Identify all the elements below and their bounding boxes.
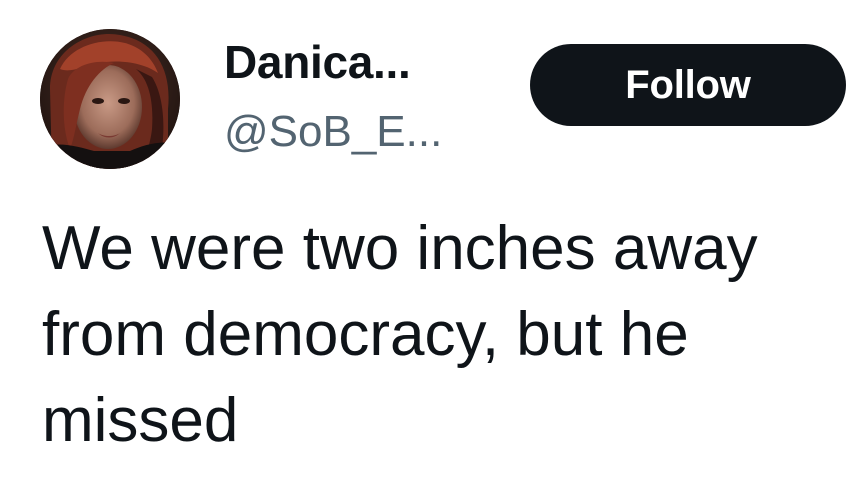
author-display-name[interactable]: Danica... bbox=[224, 34, 411, 90]
avatar-image bbox=[40, 29, 180, 169]
avatar[interactable] bbox=[40, 29, 180, 169]
tweet-text: We were two inches away from democracy, … bbox=[42, 214, 758, 455]
author-handle[interactable]: @SoB_E... bbox=[224, 104, 442, 160]
tweet-card: Danica... @SoB_E... Follow We were two i… bbox=[0, 0, 866, 489]
follow-button[interactable]: Follow bbox=[530, 44, 846, 126]
